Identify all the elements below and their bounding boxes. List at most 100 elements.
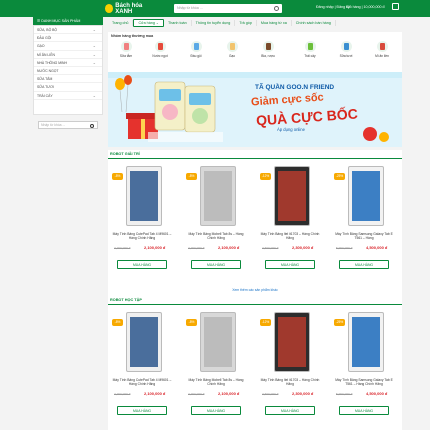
product-card[interactable]: -8% Máy Tính Bảng CutePad Tab 4 M9601 – H… (108, 310, 176, 420)
category-label: Đầu gội (190, 54, 202, 58)
chevron-down-icon[interactable]: ⌄ (93, 51, 96, 59)
buy-button[interactable]: MUA HÀNG (117, 260, 167, 269)
product-name[interactable]: Máy Tính Bảng Samsung Galaxy Tab E T561 … (332, 232, 396, 241)
product-name[interactable]: Máy Tính Bảng Itel it1703 – Hàng Chính H… (258, 378, 322, 387)
nav-item[interactable]: Cửa hàng ⌄ (133, 18, 164, 27)
discount-badge: -12% (260, 319, 271, 326)
old-price: 2,290,000 đ (188, 392, 205, 396)
cart-icon[interactable] (392, 3, 399, 10)
favorite-category[interactable]: Sữa tươi (334, 41, 358, 69)
sidebar-category-item[interactable]: TRÁI CÂY ⌄ (34, 92, 102, 100)
favorite-category[interactable]: Trái cây (298, 41, 322, 69)
promo-banner[interactable]: TÃ QUẦN GOO.N FRIEND Giảm cực sốc QUÀ CỰ… (108, 72, 402, 147)
sale-price: 2,300,000 đ (292, 391, 314, 396)
cart-summary[interactable]: Giỏ hàng | 10,000,000 đ (346, 5, 385, 9)
sidebar-search-input[interactable]: Nhập từ khóa ... (38, 121, 98, 129)
discount-badge: -25% (334, 319, 345, 326)
sale-price: 2,100,000 đ (144, 245, 166, 250)
sidebar-category-item[interactable]: MÌ ĂN LIỀN ⌄ (34, 51, 102, 59)
category-label: Sữa tắm (119, 54, 133, 58)
view-more-link[interactable]: Xem thêm các sản phẩm khác (108, 288, 402, 292)
product-image[interactable] (274, 166, 310, 226)
nav-item[interactable]: Trả góp (235, 19, 257, 26)
sale-price: 4,500,000 đ (366, 245, 388, 250)
main-nav: Trang chủ Cửa hàng ⌄ Thanh toán Thông tin t… (108, 17, 398, 28)
buy-button[interactable]: MUA HÀNG (265, 406, 315, 415)
product-name[interactable]: Máy Tính Bảng Samsung Galaxy Tab E T561 … (332, 378, 396, 387)
favorite-category[interactable]: Gạo (220, 41, 244, 69)
search-icon[interactable] (274, 6, 279, 11)
product-card[interactable]: -8% Máy Tính Bảng Mobell Tab 8s – Hàng Ch… (182, 310, 250, 420)
product-section: ROBOT HỌC TẬP -8% Máy Tính Bảng CutePad Ta… (108, 296, 402, 430)
buy-button[interactable]: MUA HÀNG (265, 260, 315, 269)
category-label: Trái cây (304, 54, 316, 58)
sale-price: 4,500,000 đ (366, 391, 388, 396)
old-price: 2,290,000 đ (188, 246, 205, 250)
leaf-icon (105, 4, 114, 13)
category-label: SỮA, BỘ BỘ (37, 28, 58, 32)
product-image[interactable] (274, 312, 310, 372)
product-card[interactable]: -25% Máy Tính Bảng Samsung Galaxy Tab E T… (330, 310, 398, 420)
product-card[interactable]: -12% Máy Tính Bảng Itel it1703 – Hàng Chí… (256, 164, 324, 274)
favorite-category[interactable]: Mì ăn liền (370, 41, 394, 69)
sidebar-category-item[interactable]: SỮA TẮM (34, 75, 102, 84)
category-header: ☰ DANH MỤC SẢN PHẨM (33, 17, 103, 25)
product-card[interactable]: -25% Máy Tính Bảng Samsung Galaxy Tab E T… (330, 164, 398, 274)
product-name[interactable]: Máy Tính Bảng CutePad Tab 4 M9601 – Hàng… (110, 378, 174, 387)
product-image[interactable] (200, 312, 236, 372)
nav-item[interactable]: Chính sách bán hàng (292, 19, 336, 26)
product-card[interactable]: -8% Máy Tính Bảng Mobell Tab 8s – Hàng Ch… (182, 164, 250, 274)
buy-button[interactable]: MUA HÀNG (339, 406, 389, 415)
favorite-category[interactable]: Đầu gội (184, 41, 208, 69)
sale-price: 2,100,000 đ (218, 245, 240, 250)
nav-item[interactable]: Thanh toán (164, 19, 192, 26)
favorite-category[interactable]: Nước ngọt (148, 41, 172, 69)
category-image (376, 41, 388, 52)
product-card[interactable]: -8% Máy Tính Bảng CutePad Tab 4 M9601 – H… (108, 164, 176, 274)
nav-item[interactable]: Trang chủ (108, 19, 134, 26)
product-image[interactable] (200, 166, 236, 226)
category-label: NƯỚC NGỌT (37, 68, 59, 73)
product-name[interactable]: Máy Tính Bảng Mobell Tab 8s – Hàng Chính… (184, 232, 248, 241)
old-price: 2,600,000 đ (262, 392, 279, 396)
product-card[interactable]: -12% Máy Tính Bảng Itel it1703 – Hàng Chí… (256, 310, 324, 420)
search-input[interactable]: Nhập từ khóa ... (174, 4, 282, 13)
sidebar-category-item[interactable]: NƯỚC NGỌT (34, 67, 102, 76)
search-icon[interactable] (90, 123, 94, 128)
chevron-down-icon[interactable]: ⌄ (93, 42, 96, 50)
chevron-down-icon[interactable]: ⌄ (93, 26, 96, 34)
product-image[interactable] (126, 312, 162, 372)
section-title: ROBOT GIẢI TRÍ (110, 152, 140, 156)
product-name[interactable]: Máy Tính Bảng Itel it1703 – Hàng Chính H… (258, 232, 322, 241)
chevron-down-icon[interactable]: ⌄ (93, 92, 96, 100)
old-price: 5,990,000 đ (336, 246, 353, 250)
sidebar-category-item[interactable]: GẠO ⌄ (34, 42, 102, 51)
banner-line-1: TÃ QUẦN GOO.N FRIEND (255, 84, 335, 91)
category-label: ĐẦU GỘI (37, 36, 52, 41)
product-image[interactable] (126, 166, 162, 226)
sidebar-category-item[interactable]: NHÀ THÔNG MINH ⌄ (34, 59, 102, 67)
favorite-category[interactable]: Sữa tắm (114, 41, 138, 69)
category-label: Mì ăn liền (375, 54, 389, 58)
buy-button[interactable]: MUA HÀNG (191, 406, 241, 415)
product-image[interactable] (348, 312, 384, 372)
product-name[interactable]: Máy Tính Bảng Mobell Tab 8s – Hàng Chính… (184, 378, 248, 387)
sidebar-category-item[interactable]: SỮA, BỘ BỘ ⌄ (34, 26, 102, 35)
nav-item[interactable]: Thông tin tuyển dụng (192, 19, 236, 26)
buy-button[interactable]: MUA HÀNG (191, 260, 241, 269)
buy-button[interactable]: MUA HÀNG (117, 406, 167, 415)
buy-button[interactable]: MUA HÀNG (339, 260, 389, 269)
category-image (154, 41, 166, 52)
favorite-category[interactable]: Bia, rượu (256, 41, 280, 69)
nav-item[interactable]: Mua hàng từ xa (257, 19, 292, 26)
discount-badge: -12% (260, 173, 271, 180)
product-name[interactable]: Máy Tính Bảng CutePad Tab 4 M9601 – Hàng… (110, 232, 174, 241)
discount-badge: -8% (186, 319, 197, 326)
site-logo[interactable]: Bách hóa XANH (105, 3, 157, 15)
sidebar-category-item[interactable]: SỮA TƯƠI (34, 83, 102, 92)
category-image (190, 41, 202, 52)
chevron-down-icon[interactable]: ⌄ (93, 59, 96, 67)
login-link[interactable]: Đăng nhập | Đăng ký (316, 5, 350, 9)
sidebar-category-item[interactable]: ĐẦU GỘI (34, 34, 102, 43)
product-image[interactable] (348, 166, 384, 226)
